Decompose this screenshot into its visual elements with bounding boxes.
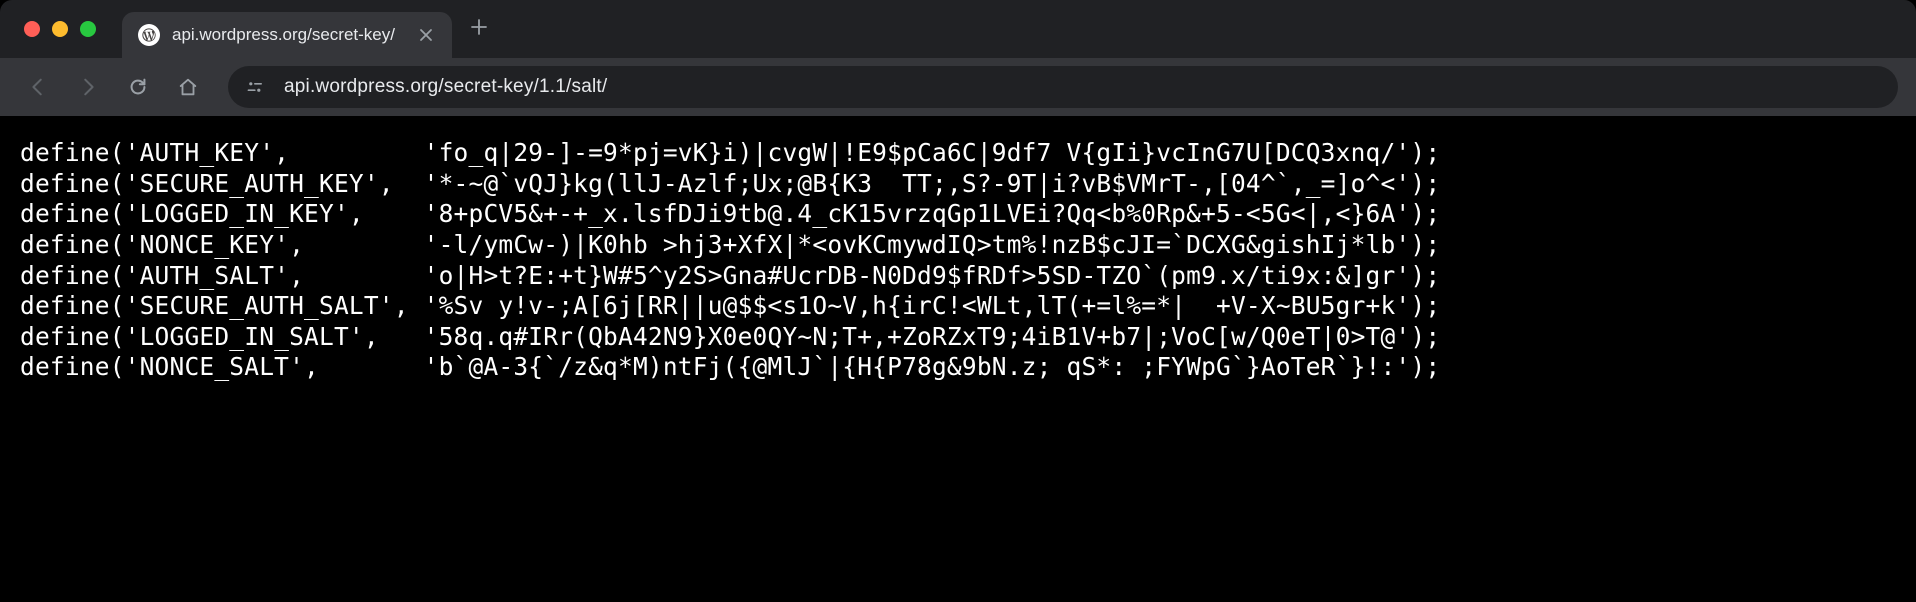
define-line: define('SECURE_AUTH_KEY', '*-~@`vQJ}kg(l… xyxy=(20,169,1896,200)
define-line: define('AUTH_KEY', 'fo_q|29-]-=9*pj=vK}i… xyxy=(20,138,1896,169)
url-text: api.wordpress.org/secret-key/1.1/salt/ xyxy=(284,76,607,98)
window-controls xyxy=(24,21,96,37)
define-line: define('NONCE_SALT', 'b`@A-3{`/z&q*M)ntF… xyxy=(20,352,1896,383)
forward-button[interactable] xyxy=(68,67,108,107)
new-tab-button[interactable] xyxy=(470,15,488,43)
back-button[interactable] xyxy=(18,67,58,107)
tab-close-button[interactable] xyxy=(416,25,436,45)
page-content: define('AUTH_KEY', 'fo_q|29-]-=9*pj=vK}i… xyxy=(0,116,1916,405)
titlebar: api.wordpress.org/secret-key/ xyxy=(0,0,1916,58)
address-bar[interactable]: api.wordpress.org/secret-key/1.1/salt/ xyxy=(228,66,1898,108)
site-settings-icon[interactable] xyxy=(246,78,270,96)
browser-window: api.wordpress.org/secret-key/ api.wordpr… xyxy=(0,0,1916,602)
toolbar: api.wordpress.org/secret-key/1.1/salt/ xyxy=(0,58,1916,116)
define-line: define('SECURE_AUTH_SALT', '%Sv y!v-;A[6… xyxy=(20,291,1896,322)
define-line: define('LOGGED_IN_SALT', '58q.q#IRr(QbA4… xyxy=(20,322,1896,353)
define-line: define('LOGGED_IN_KEY', '8+pCV5&+-+_x.ls… xyxy=(20,199,1896,230)
define-line: define('AUTH_SALT', 'o|H>t?E:+t}W#5^y2S>… xyxy=(20,261,1896,292)
window-maximize-button[interactable] xyxy=(80,21,96,37)
window-close-button[interactable] xyxy=(24,21,40,37)
tab-title: api.wordpress.org/secret-key/ xyxy=(172,25,404,45)
define-line: define('NONCE_KEY', '-l/ymCw-)|K0hb >hj3… xyxy=(20,230,1896,261)
reload-button[interactable] xyxy=(118,67,158,107)
home-button[interactable] xyxy=(168,67,208,107)
window-minimize-button[interactable] xyxy=(52,21,68,37)
wordpress-favicon-icon xyxy=(138,24,160,46)
browser-tab[interactable]: api.wordpress.org/secret-key/ xyxy=(122,12,452,58)
